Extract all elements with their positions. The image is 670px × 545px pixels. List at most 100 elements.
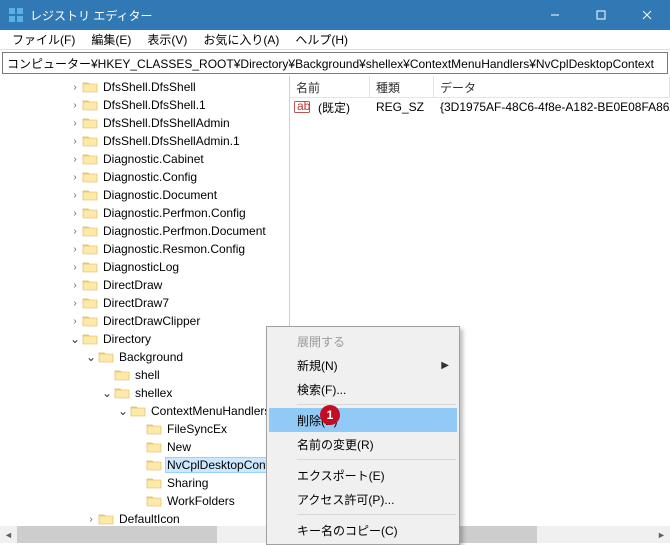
tree-item[interactable]: ›Diagnostic.Perfmon.Config (0, 204, 289, 222)
tree-item[interactable]: ⌄shellex (0, 384, 289, 402)
maximize-button[interactable] (578, 0, 624, 30)
folder-icon (82, 242, 98, 256)
menu-help[interactable]: ヘルプ(H) (287, 29, 356, 50)
tree-item[interactable]: ›Sharing (0, 474, 289, 492)
expand-icon[interactable]: › (68, 316, 82, 327)
cm-find[interactable]: 検索(F)... (269, 377, 457, 401)
tree-item[interactable]: ›Diagnostic.Resmon.Config (0, 240, 289, 258)
expand-icon[interactable]: › (68, 244, 82, 255)
expand-icon[interactable]: › (68, 82, 82, 93)
folder-icon (82, 116, 98, 130)
folder-icon (82, 134, 98, 148)
folder-icon (82, 260, 98, 274)
expand-icon[interactable]: › (68, 100, 82, 111)
tree-item[interactable]: ›WorkFolders (0, 492, 289, 510)
folder-icon (146, 440, 162, 454)
folder-icon (114, 386, 130, 400)
main-area: ›DfsShell.DfsShell›DfsShell.DfsShell.1›D… (0, 76, 670, 543)
cm-rename[interactable]: 名前の変更(R) (269, 432, 457, 456)
folder-icon (82, 296, 98, 310)
value-name: (既定) (312, 99, 370, 116)
tree-scrollbar-h[interactable]: ◄ ► (0, 526, 289, 543)
menu-file[interactable]: ファイル(F) (4, 29, 83, 50)
cm-export[interactable]: エクスポート(E) (269, 463, 457, 487)
menu-favorites[interactable]: お気に入り(A) (195, 29, 287, 50)
folder-icon (82, 170, 98, 184)
registry-tree[interactable]: ›DfsShell.DfsShell›DfsShell.DfsShell.1›D… (0, 76, 289, 526)
expand-icon[interactable]: › (68, 280, 82, 291)
col-data[interactable]: データ (434, 76, 670, 97)
tree-item[interactable]: ⌄ Background (0, 348, 289, 366)
tree-item[interactable]: › Diagnostic.Cabinet (0, 150, 289, 168)
tree-item[interactable]: › DirectDrawClipper (0, 312, 289, 330)
folder-icon (82, 314, 98, 328)
cm-permissions[interactable]: アクセス許可(P)... (269, 487, 457, 511)
minimize-button[interactable] (532, 0, 578, 30)
folder-icon (146, 494, 162, 508)
tree-item-label: Diagnostic.Cabinet (101, 152, 206, 166)
expand-icon[interactable]: › (68, 262, 82, 273)
list-header: 名前 種類 データ (290, 76, 670, 98)
scroll-track[interactable] (17, 526, 272, 543)
menu-edit[interactable]: 編集(E) (83, 29, 139, 50)
cm-new[interactable]: 新規(N) ▶ (269, 353, 457, 377)
expand-icon[interactable]: › (68, 190, 82, 201)
expand-icon[interactable]: › (84, 514, 98, 525)
collapse-icon[interactable]: ⌄ (84, 350, 98, 364)
collapse-icon[interactable]: ⌄ (116, 404, 130, 418)
cm-separator (297, 459, 456, 460)
value-row[interactable]: ab(既定)REG_SZ{3D1975AF-48C6-4f8e-A182-BE0… (290, 98, 670, 116)
menu-bar: ファイル(F) 編集(E) 表示(V) お気に入り(A) ヘルプ(H) (0, 30, 670, 50)
scroll-thumb[interactable] (17, 526, 217, 543)
cm-copy-keyname[interactable]: キー名のコピー(C) (269, 518, 457, 542)
tree-item[interactable]: ›DfsShell.DfsShellAdmin (0, 114, 289, 132)
tree-item-label: Background (117, 350, 185, 364)
scroll-right-icon[interactable]: ► (653, 526, 670, 543)
scroll-left-icon[interactable]: ◄ (0, 526, 17, 543)
window-buttons (532, 0, 670, 30)
tree-item[interactable]: › Diagnostic.Config (0, 168, 289, 186)
tree-item-label: DfsShell.DfsShellAdmin.1 (101, 134, 242, 148)
close-button[interactable] (624, 0, 670, 30)
expand-icon[interactable]: › (68, 118, 82, 129)
tree-item[interactable]: ›DfsShell.DfsShell (0, 78, 289, 96)
tree-item[interactable]: ›DirectDraw (0, 276, 289, 294)
tree-item[interactable]: ›DiagnosticLog (0, 258, 289, 276)
col-name[interactable]: 名前 (290, 76, 370, 97)
tree-item[interactable]: ›FileSyncEx (0, 420, 289, 438)
address-bar[interactable]: コンピューター¥HKEY_CLASSES_ROOT¥Directory¥Back… (2, 52, 668, 74)
tree-item[interactable]: › DirectDraw7 (0, 294, 289, 312)
folder-icon (98, 350, 114, 364)
tree-item-label: DirectDraw7 (101, 296, 171, 310)
expand-icon[interactable]: › (68, 136, 82, 147)
tree-item-label: DefaultIcon (117, 512, 182, 526)
cm-delete[interactable]: 削除(D) (269, 408, 457, 432)
collapse-icon[interactable]: ⌄ (68, 332, 82, 346)
tree-item-label: Diagnostic.Config (101, 170, 199, 184)
tree-item[interactable]: ›New (0, 438, 289, 456)
tree-item[interactable]: ›Diagnostic.Perfmon.Document (0, 222, 289, 240)
tree-item[interactable]: ›Diagnostic.Document (0, 186, 289, 204)
folder-icon (82, 332, 98, 346)
folder-icon (130, 404, 146, 418)
expand-icon[interactable]: › (68, 298, 82, 309)
expand-icon[interactable]: › (68, 154, 82, 165)
col-type[interactable]: 種類 (370, 76, 434, 97)
expand-icon[interactable]: › (68, 172, 82, 183)
tree-item-label: WorkFolders (165, 494, 237, 508)
tree-item-label: DirectDrawClipper (101, 314, 202, 328)
tree-item[interactable]: ⌄ ContextMenuHandlers (0, 402, 289, 420)
expand-icon[interactable]: › (68, 226, 82, 237)
tree-item[interactable]: › DfsShell.DfsShellAdmin.1 (0, 132, 289, 150)
collapse-icon[interactable]: ⌄ (100, 386, 114, 400)
expand-icon[interactable]: › (68, 208, 82, 219)
tree-item[interactable]: ⌄Directory (0, 330, 289, 348)
tree-item-label: ContextMenuHandlers (149, 404, 272, 418)
menu-view[interactable]: 表示(V) (139, 29, 195, 50)
annotation-badge-1: 1 (320, 405, 340, 425)
tree-item[interactable]: › DefaultIcon (0, 510, 289, 526)
cm-new-label: 新規(N) (297, 357, 338, 374)
tree-item[interactable]: ›DfsShell.DfsShell.1 (0, 96, 289, 114)
tree-item[interactable]: ›NvCplDesktopContext (0, 456, 289, 474)
tree-item[interactable]: ›shell (0, 366, 289, 384)
